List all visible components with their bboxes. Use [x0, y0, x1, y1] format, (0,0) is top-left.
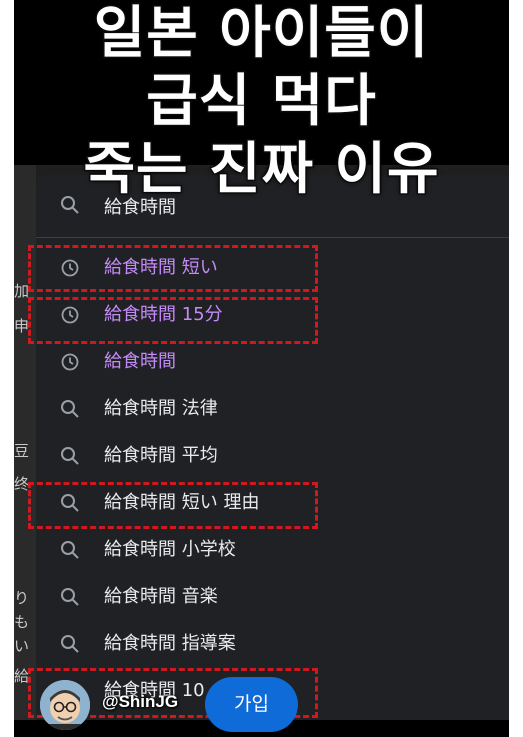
history-clock-icon: [61, 353, 79, 371]
highlight-box: [28, 245, 318, 292]
video-frame: 加 申 豆 终 り も い 給 給食時間 給食時間 短い 給食時間 15分 給食時間…: [14, 0, 509, 737]
suggestion-text: 給食時間 平均: [104, 445, 218, 466]
suggestion-text: 給食時間 小学校: [104, 539, 236, 560]
suggestion-item[interactable]: 給食時間 平均: [36, 433, 509, 479]
highlight-box: [28, 297, 318, 344]
suggestion-item[interactable]: 給食時間 指導案: [36, 621, 509, 667]
video-caption: 일본 아이들이 급식 먹다 죽는 진짜 이유: [14, 0, 509, 204]
strip-text: い: [14, 637, 30, 655]
suggestion-item[interactable]: 給食時間: [36, 339, 509, 385]
join-button[interactable]: 가입: [205, 677, 298, 732]
suggestion-item[interactable]: 給食時間 音楽: [36, 574, 509, 620]
suggestion-item[interactable]: 給食時間 法律: [36, 386, 509, 432]
strip-text: り: [14, 589, 30, 607]
search-icon: [61, 635, 79, 653]
suggestion-text: 給食時間 法律: [104, 398, 218, 419]
strip-text: も: [14, 613, 30, 631]
channel-bar: @ShinJG 가입: [14, 662, 509, 737]
suggestion-text: 給食時間: [104, 351, 176, 372]
caption-line-1: 일본 아이들이: [92, 0, 430, 68]
channel-handle[interactable]: @ShinJG: [102, 692, 178, 712]
highlight-box: [28, 482, 318, 529]
caption-line-3: 죽는 진짜 이유: [82, 136, 440, 204]
avatar-face-icon: [40, 680, 90, 730]
strip-text: 豆: [14, 442, 30, 460]
caption-line-2: 급식 먹다: [145, 68, 378, 136]
search-icon: [61, 400, 79, 418]
channel-avatar[interactable]: [40, 680, 90, 730]
suggestion-item[interactable]: 給食時間 小学校: [36, 527, 509, 573]
search-icon: [61, 588, 79, 606]
suggestion-text: 給食時間 指導案: [104, 633, 236, 654]
search-icon: [61, 541, 79, 559]
suggestion-text: 給食時間 音楽: [104, 586, 218, 607]
search-icon: [61, 447, 79, 465]
